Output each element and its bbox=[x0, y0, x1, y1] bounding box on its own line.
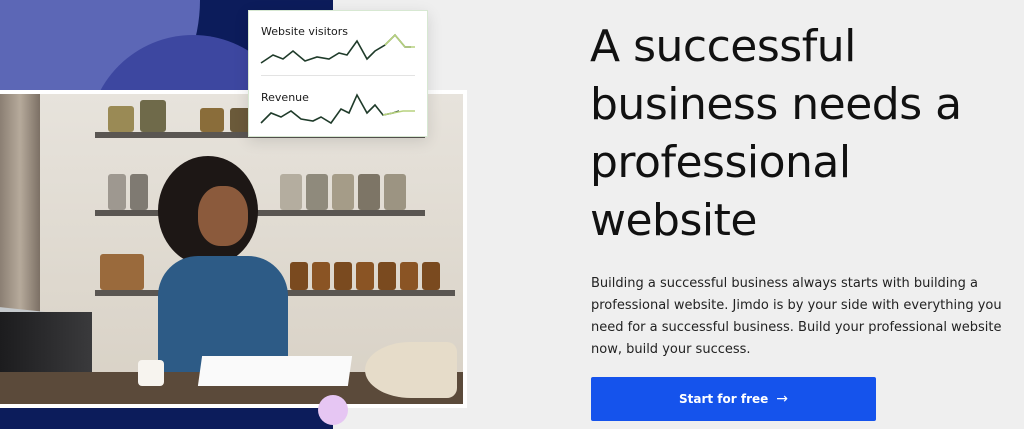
hero-visual: Website visitors Revenue bbox=[0, 0, 560, 429]
hero-description: Building a successful business always st… bbox=[591, 276, 1002, 357]
mug bbox=[138, 360, 164, 386]
jar bbox=[140, 100, 166, 132]
start-for-free-label: Start for free bbox=[678, 392, 769, 406]
jar bbox=[334, 262, 352, 290]
stats-divider bbox=[261, 75, 415, 76]
start-for-free-button[interactable]: Start for free → bbox=[591, 377, 876, 421]
revenue-sparkline bbox=[260, 93, 415, 125]
jar bbox=[400, 262, 418, 290]
jar bbox=[290, 262, 308, 290]
wooden-crate bbox=[100, 254, 144, 290]
hero-photo bbox=[0, 90, 467, 408]
jar bbox=[332, 174, 354, 210]
stats-card: Website visitors Revenue bbox=[248, 10, 428, 137]
jar bbox=[200, 108, 224, 132]
arrow-right-icon: → bbox=[776, 391, 789, 407]
jar bbox=[356, 262, 374, 290]
notebook bbox=[197, 356, 353, 386]
paper-roll bbox=[365, 342, 457, 398]
face bbox=[198, 186, 248, 246]
jar bbox=[306, 174, 328, 210]
jar bbox=[358, 174, 380, 210]
jar bbox=[378, 262, 396, 290]
hero-headline: A successful business needs a profession… bbox=[590, 21, 962, 246]
jar bbox=[422, 262, 440, 290]
jar bbox=[384, 174, 406, 210]
jar bbox=[108, 174, 126, 210]
decorative-dot bbox=[318, 395, 348, 425]
jar bbox=[130, 174, 148, 210]
jar bbox=[312, 262, 330, 290]
jar bbox=[108, 106, 134, 132]
website-visitors-sparkline bbox=[260, 33, 415, 64]
